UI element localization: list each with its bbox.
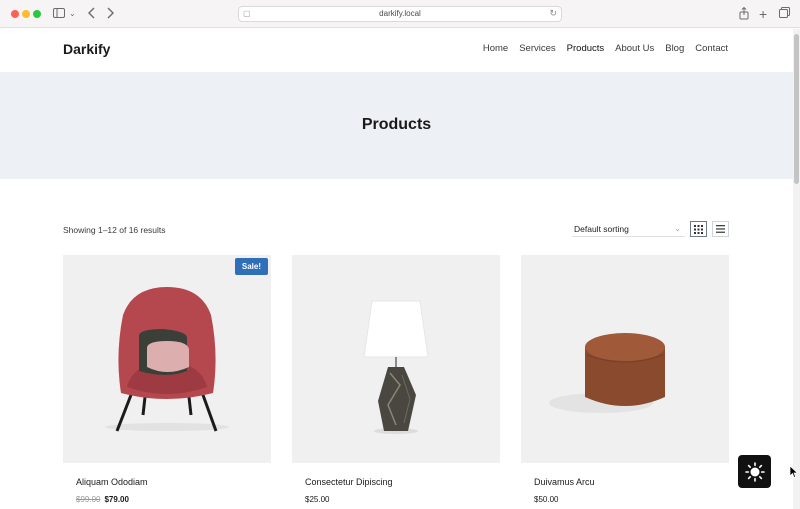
nav-contact[interactable]: Contact xyxy=(695,43,728,54)
product-name[interactable]: Aliquam Ododiam xyxy=(76,477,271,487)
nav-products[interactable]: Products xyxy=(567,43,605,54)
list-view-button[interactable] xyxy=(712,221,729,237)
list-icon xyxy=(716,225,725,233)
ottoman-image xyxy=(549,333,665,413)
product-name[interactable]: Duivamus Arcu xyxy=(534,477,729,487)
browser-toolbar: ⌄ ▢ darkify.local ↻ + xyxy=(0,0,800,28)
product-name[interactable]: Consectetur Dipiscing xyxy=(305,477,500,487)
product-price: $99.00 $79.00 xyxy=(76,495,271,504)
armchair-image xyxy=(105,287,229,432)
page-title: Products xyxy=(361,116,432,133)
address-bar[interactable]: ▢ darkify.local ↻ xyxy=(238,6,562,22)
nav-home[interactable]: Home xyxy=(483,43,508,54)
back-icon[interactable] xyxy=(88,7,96,21)
maximize-window-button[interactable] xyxy=(33,10,41,18)
price: $25.00 xyxy=(305,495,330,504)
page-scrollbar[interactable] xyxy=(793,29,800,509)
product-price: $25.00 xyxy=(305,495,500,504)
product-image[interactable]: Sale! xyxy=(63,255,271,463)
new-tab-icon[interactable]: + xyxy=(759,7,767,21)
nav-services[interactable]: Services xyxy=(519,43,555,54)
forward-icon[interactable] xyxy=(106,7,114,21)
grid-view-button[interactable] xyxy=(690,221,707,237)
minimize-window-button[interactable] xyxy=(22,10,30,18)
product-card[interactable]: Duivamus Arcu $50.00 xyxy=(521,255,729,504)
page-hero: Products xyxy=(0,72,793,179)
dark-mode-toggle[interactable] xyxy=(738,455,771,488)
sale-badge: Sale! xyxy=(234,258,268,275)
product-image[interactable] xyxy=(521,255,729,463)
sort-selected-value: Default sorting xyxy=(574,224,629,234)
original-price: $99.00 xyxy=(76,495,101,504)
site-logo[interactable]: Darkify xyxy=(63,41,110,57)
site-header: Darkify Home Services Products About Us … xyxy=(0,29,800,72)
product-image[interactable] xyxy=(292,255,500,463)
nav-blog[interactable]: Blog xyxy=(665,43,684,54)
chevron-down-icon[interactable]: ⌄ xyxy=(69,7,76,21)
product-card[interactable]: Consectetur Dipiscing $25.00 xyxy=(292,255,500,504)
grid-icon xyxy=(694,224,703,234)
reload-icon[interactable]: ↻ xyxy=(549,8,557,19)
close-window-button[interactable] xyxy=(11,10,19,18)
nav-about-us[interactable]: About Us xyxy=(615,43,654,54)
url-text: darkify.local xyxy=(379,9,421,18)
sidebar-toggle-icon[interactable] xyxy=(53,7,65,21)
price: $50.00 xyxy=(534,495,559,504)
chevron-down-icon: ⌄ xyxy=(674,224,681,233)
table-lamp-image xyxy=(363,300,429,434)
tab-overview-icon[interactable] xyxy=(779,7,790,21)
scrollbar-thumb[interactable] xyxy=(794,34,799,184)
sort-select[interactable]: Default sorting ⌄ xyxy=(572,221,685,237)
sale-price: $79.00 xyxy=(104,495,129,504)
sun-icon xyxy=(744,461,765,482)
product-price: $50.00 xyxy=(534,495,729,504)
product-card[interactable]: Sale! Aliquam Ododiam $99.00 $79.00 xyxy=(63,255,271,504)
main-nav: Home Services Products About Us Blog Con… xyxy=(483,43,728,54)
mouse-cursor-icon xyxy=(790,466,798,478)
result-count: Showing 1–12 of 16 results xyxy=(63,225,166,235)
share-icon[interactable] xyxy=(739,6,749,21)
